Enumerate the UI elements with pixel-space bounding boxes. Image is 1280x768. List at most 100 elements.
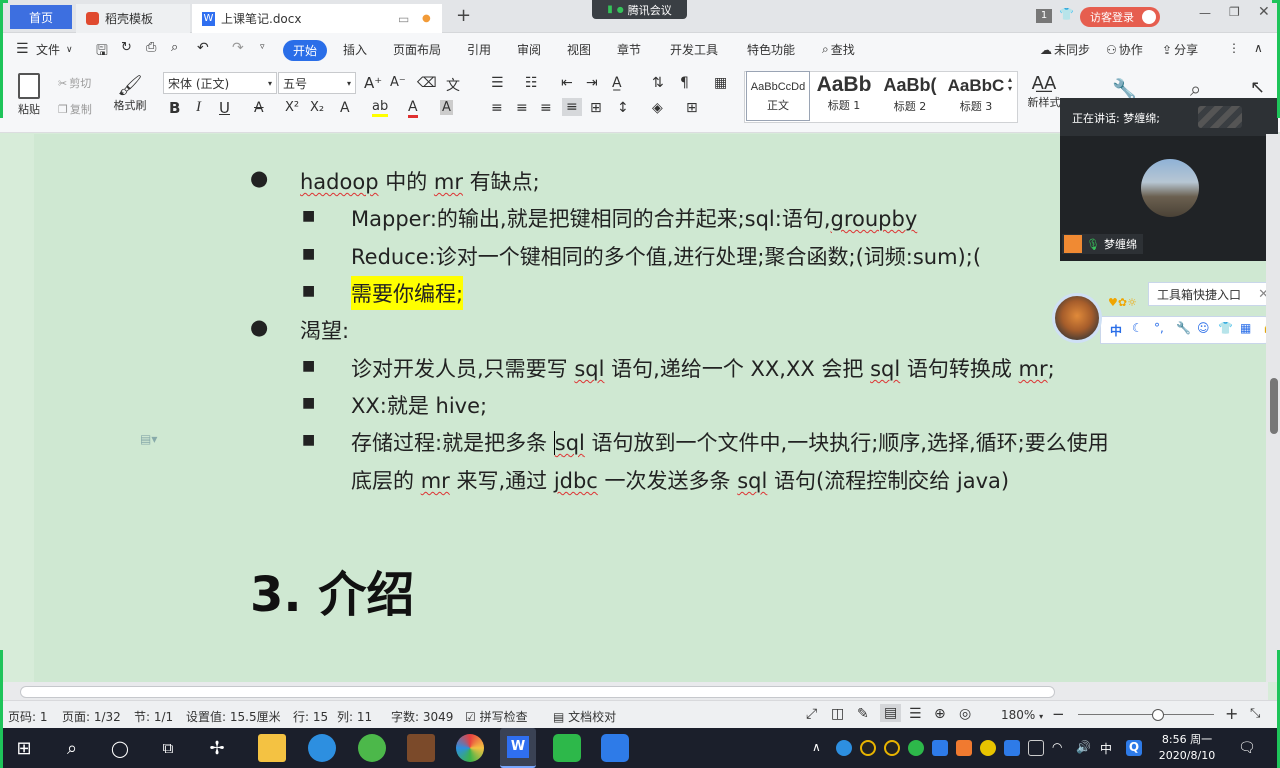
heading-3[interactable]: 3. 介绍 [250,555,414,625]
tray-shield-icon[interactable] [956,740,972,756]
doc-line-3[interactable]: Reduce:诊对一个键相同的多个值,进行处理;聚合函数;(词频:sum);( [351,241,981,271]
outdent-icon[interactable]: ⇤ [561,75,573,91]
outline-view-icon[interactable]: ☰ [909,706,922,722]
zoom-in-button[interactable]: + [1225,704,1238,723]
window-count-badge[interactable]: 1 [1036,9,1052,23]
sort-icon[interactable]: ⇅ [652,75,664,91]
taskbar-search-icon[interactable]: ⌕ [58,734,86,762]
new-style-button[interactable]: A͟A 新样式 [1024,73,1064,110]
monitor-icon[interactable]: ▭ [398,12,409,26]
justify-icon[interactable]: ≡ [562,98,582,116]
zoom-slider-track[interactable] [1078,714,1214,715]
font-size-select[interactable]: 五号 ▾ [278,72,356,94]
status-col[interactable]: 列: 11 [337,708,372,725]
font-color-icon[interactable]: A [408,99,418,118]
wechat-icon[interactable] [553,734,581,762]
more-icon[interactable]: ⋮ [1228,41,1240,55]
print-preview-icon[interactable]: ⌕ [171,40,178,55]
align-left-icon[interactable]: ≡ [491,100,503,116]
status-words[interactable]: 字数: 3049 [391,708,453,725]
ime-indicator[interactable]: 中 [1100,740,1116,756]
horizontal-scroll-thumb[interactable] [20,686,1055,698]
numbering-icon[interactable]: ☷ [525,75,538,91]
highlight-icon[interactable]: ab [372,99,389,117]
line-spacing-icon[interactable]: ↕ [617,100,629,116]
bold-button[interactable]: B [169,99,180,117]
style-heading-3[interactable]: AaBbC 标题 3 [944,71,1008,121]
game-app-icon[interactable] [407,734,435,762]
shirt-icon[interactable]: 👕 [1218,321,1233,335]
close-button[interactable]: ✕ [1258,4,1270,20]
doc-line-4-highlighted[interactable]: 需要你编程; [351,276,464,310]
grow-font-icon[interactable]: A⁺ [364,74,382,92]
volume-icon[interactable]: 🔊 [1076,740,1092,756]
visitor-login-button[interactable]: 访客登录 [1080,7,1160,27]
doc-line-2[interactable]: Mapper:的输出,就是把键相同的合并起来;sql:语句,groupby [351,203,917,233]
redo-icon[interactable]: ↷ [232,40,244,56]
copy-button[interactable]: ❐ 复制 [58,101,92,117]
superscript-icon[interactable]: X² [285,100,299,115]
cut-button[interactable]: ✂ 剪切 [58,75,91,91]
ime-chinese-toggle[interactable]: 中 [1110,322,1122,339]
style-heading-2[interactable]: AaBb( 标题 2 [878,71,942,121]
meeting-indicator[interactable]: ▮ ● 腾讯会议 [592,0,687,19]
ribbon-tab-review[interactable]: 审阅 [517,41,541,58]
tray-expand-icon[interactable]: ∧ [812,740,828,756]
format-painter-button[interactable]: 🖌 格式刷 [110,73,150,113]
undo-icon[interactable]: ↶ [197,40,209,56]
spell-check-button[interactable]: ☑ 拼写检查 [465,708,528,725]
grid-icon[interactable]: ▦ [1240,321,1251,335]
tray-display-icon[interactable] [1004,740,1020,756]
doc-proof-button[interactable]: ▤ 文档校对 [553,708,616,725]
file-menu[interactable]: 文件 ∨ [36,41,73,58]
indent-icon[interactable]: ⇥ [586,75,598,91]
doc-line-6[interactable]: 诊对开发人员,只需要写 sql 语句,递给一个 XX,XX 会把 sql 语句转… [351,353,1055,383]
green-app-icon[interactable] [358,734,386,762]
chinese-layout-icon[interactable]: A̲ [612,75,622,91]
tray-wechat-icon[interactable] [908,740,924,756]
collapse-ribbon-icon[interactable]: ∧ [1254,41,1263,55]
tray-network-app-icon[interactable] [932,740,948,756]
wifi-icon[interactable]: ◠ [1052,740,1068,756]
zoom-select[interactable]: 180% ▾ [1001,708,1043,722]
border-icon[interactable]: ⊞ [686,100,698,116]
italic-button[interactable]: I [196,99,201,116]
save-icon[interactable]: 🖫 [96,40,108,64]
shading-icon[interactable]: ◈ [652,100,663,116]
paragraph-marker-icon[interactable]: ▤▾ [140,432,157,446]
cortana-icon[interactable]: ◯ [106,734,134,762]
tray-qq-icon[interactable] [884,740,900,756]
font-family-select[interactable]: 宋体 (正文) ▾ [163,72,277,94]
qq-pinyin-icon[interactable]: Q [1126,740,1142,756]
tencent-meeting-icon[interactable] [601,734,629,762]
ribbon-tab-layout[interactable]: 页面布局 [393,41,441,58]
share-button[interactable]: ⇪ 分享 [1162,41,1198,58]
edge-browser-icon[interactable] [308,734,336,762]
paste-button[interactable]: 粘贴 [12,73,46,117]
tray-usb-icon[interactable] [1028,740,1044,756]
new-tab-button[interactable]: + [456,5,471,26]
subscript-icon[interactable]: X₂ [310,100,324,115]
bullets-icon[interactable]: ☰ [491,75,504,91]
text-effect-icon[interactable]: A [340,100,350,116]
clear-format-icon[interactable]: ⌫ [417,75,437,91]
select-cursor-icon[interactable]: ↖ [1250,77,1265,98]
vertical-scroll-thumb[interactable] [1270,378,1278,434]
shrink-font-icon[interactable]: A⁻ [390,75,406,90]
notification-icon[interactable]: 🗨 [1238,740,1256,756]
status-page[interactable]: 页码: 1 [8,708,48,725]
status-pages[interactable]: 页面: 1/32 [62,708,121,725]
zoom-slider-thumb[interactable] [1152,709,1164,721]
sync-status[interactable]: ☁ 未同步 [1040,41,1090,58]
punctuation-icon[interactable]: °, [1154,321,1164,335]
print-icon[interactable]: ⎙ [146,40,156,55]
edit-mode-icon[interactable]: ✎ [857,706,869,722]
style-heading-1[interactable]: AaBb 标题 1 [812,71,876,121]
search-command[interactable]: ⌕ 查找 [822,41,855,58]
ribbon-tab-developer[interactable]: 开发工具 [670,41,718,58]
smiley-icon[interactable]: ☺ [1197,321,1210,335]
web-view-icon[interactable]: ⊕ [934,706,946,722]
quick-access-dropdown-icon[interactable]: ▿ [260,42,265,52]
strikethrough-icon[interactable]: A [254,100,264,116]
char-shading-icon[interactable]: A [440,100,453,115]
